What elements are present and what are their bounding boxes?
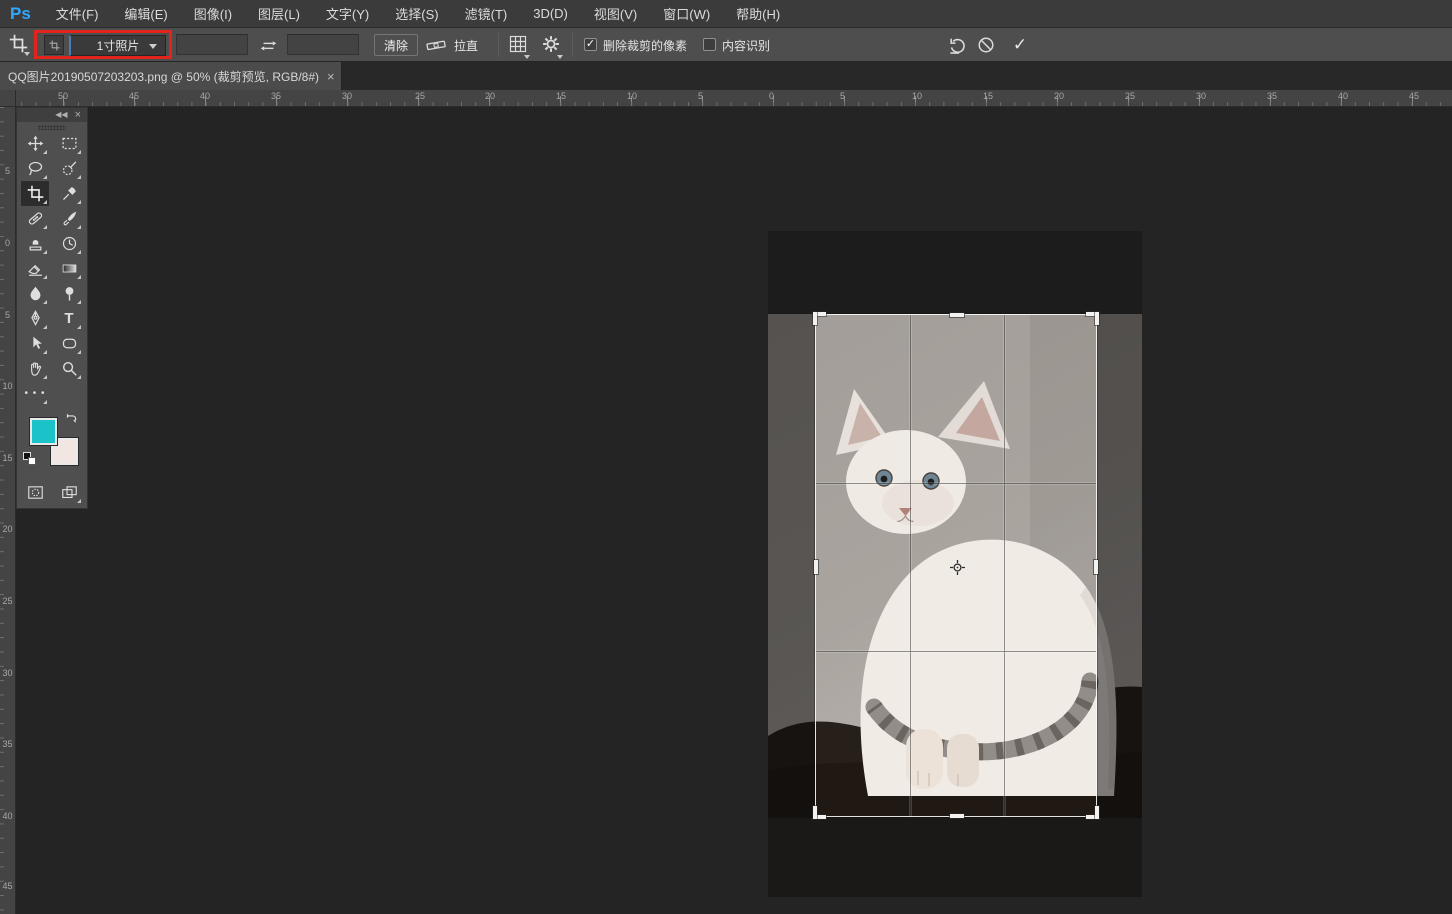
crop-handle-top[interactable] xyxy=(950,313,964,317)
crop-handle-top-left[interactable] xyxy=(813,312,826,325)
ellipsis-icon: • • • xyxy=(24,388,45,399)
crop-shield-right xyxy=(1097,314,1142,818)
reset-crop-button[interactable] xyxy=(945,33,969,57)
swap-width-height-button[interactable] xyxy=(257,34,279,56)
content-aware-checkbox[interactable] xyxy=(703,38,716,51)
thirds-gridline xyxy=(910,315,911,816)
close-panel-icon[interactable]: × xyxy=(75,111,81,119)
level-icon xyxy=(426,37,446,53)
hand-tool[interactable] xyxy=(21,356,49,381)
crop-box[interactable] xyxy=(815,314,1097,817)
commit-check-icon: ✓ xyxy=(1013,35,1027,55)
collapse-panel-icon[interactable]: ◀◀ xyxy=(55,111,67,119)
menu-select[interactable]: 选择(S) xyxy=(382,0,451,28)
quick-mask-button[interactable] xyxy=(21,480,49,505)
menu-type[interactable]: 文字(Y) xyxy=(313,0,382,28)
dodge-tool[interactable] xyxy=(55,281,83,306)
crop-height-field[interactable] xyxy=(287,34,359,55)
tab-close-icon[interactable]: × xyxy=(327,69,335,84)
commit-crop-button[interactable]: ✓ xyxy=(1008,33,1032,57)
separator xyxy=(498,33,499,57)
cancel-crop-button[interactable] xyxy=(974,33,998,57)
menu-filter[interactable]: 滤镜(T) xyxy=(452,0,521,28)
menu-file[interactable]: 文件(F) xyxy=(43,0,112,28)
crop-settings-button[interactable] xyxy=(541,34,561,54)
zoom-tool[interactable] xyxy=(55,356,83,381)
crop-options-bar: 1寸照片 清除 拉直 ✓ 删除裁剪的像素 内容识 xyxy=(0,28,1452,62)
crop-handle-right[interactable] xyxy=(1094,560,1098,574)
crop-tool-indicator-icon[interactable] xyxy=(9,34,28,53)
thirds-gridline xyxy=(1004,315,1005,816)
crop-handle-bottom[interactable] xyxy=(950,814,964,818)
crop-tool[interactable] xyxy=(21,181,49,206)
overlay-options-button[interactable] xyxy=(508,34,528,54)
crop-shield-left xyxy=(768,314,815,818)
eyedropper-tool[interactable] xyxy=(55,181,83,206)
menu-help[interactable]: 帮助(H) xyxy=(723,0,793,28)
foreground-color-swatch[interactable] xyxy=(30,418,57,445)
default-colors-icon[interactable] xyxy=(23,452,36,465)
document-tab[interactable]: QQ图片20190507203203.png @ 50% (裁剪预览, RGB/… xyxy=(0,62,342,90)
delete-cropped-pixels-checkbox[interactable]: ✓ xyxy=(584,38,597,51)
screen-mode-button[interactable] xyxy=(55,480,83,505)
document-tab-bar: QQ图片20190507203203.png @ 50% (裁剪预览, RGB/… xyxy=(0,62,1452,90)
delete-cropped-pixels-label[interactable]: 删除裁剪的像素 xyxy=(603,37,687,54)
vertical-ruler[interactable]: 5 0 5 10 15 20 25 30 35 40 45 xyxy=(0,107,16,914)
crop-handle-bottom-right[interactable] xyxy=(1086,806,1099,819)
gradient-tool[interactable] xyxy=(55,256,83,281)
shape-tool[interactable] xyxy=(55,331,83,356)
path-selection-tool[interactable] xyxy=(21,331,49,356)
thirds-gridline xyxy=(816,483,1096,484)
cancel-icon xyxy=(977,36,995,54)
move-tool[interactable] xyxy=(21,131,49,156)
toolbox-panel: ◀◀ × xyxy=(16,107,88,509)
brush-tool[interactable] xyxy=(55,206,83,231)
crop-center-pivot[interactable] xyxy=(950,560,965,580)
straighten-button[interactable]: 拉直 xyxy=(426,33,478,57)
eraser-tool[interactable] xyxy=(21,256,49,281)
chevron-down-icon xyxy=(24,52,30,56)
chevron-down-icon xyxy=(557,55,563,59)
pen-tool[interactable] xyxy=(21,306,49,331)
edit-toolbar-button[interactable]: • • • xyxy=(21,381,49,406)
crop-handle-top-right[interactable] xyxy=(1086,312,1099,325)
color-swatches xyxy=(17,412,87,478)
menu-view[interactable]: 视图(V) xyxy=(581,0,650,28)
menu-bar: Ps 文件(F) 编辑(E) 图像(I) 图层(L) 文字(Y) 选择(S) 滤… xyxy=(0,0,1452,28)
menu-image[interactable]: 图像(I) xyxy=(181,0,245,28)
grid-overlay-icon xyxy=(508,34,528,54)
photoshop-logo: Ps xyxy=(0,4,43,24)
toolbox-spacer xyxy=(55,381,83,406)
type-tool[interactable]: T xyxy=(55,306,83,331)
crop-handle-bottom-left[interactable] xyxy=(813,806,826,819)
crop-width-field[interactable] xyxy=(176,34,248,55)
spot-healing-brush-tool[interactable] xyxy=(21,206,49,231)
menu-edit[interactable]: 编辑(E) xyxy=(111,0,180,28)
clone-stamp-tool[interactable] xyxy=(21,231,49,256)
annotation-highlight-box xyxy=(34,30,172,59)
horizontal-ruler[interactable]: 50 45 40 35 30 25 20 15 10 5 0 5 10 15 2… xyxy=(0,90,1452,107)
menu-layer[interactable]: 图层(L) xyxy=(245,0,313,28)
quick-selection-tool[interactable] xyxy=(55,156,83,181)
lasso-tool[interactable] xyxy=(21,156,49,181)
document-canvas xyxy=(768,231,1142,897)
panel-grip[interactable] xyxy=(38,125,66,130)
gear-icon xyxy=(541,34,561,54)
clear-button[interactable]: 清除 xyxy=(374,34,418,56)
content-aware-label[interactable]: 内容识别 xyxy=(722,37,770,54)
toolbox-header: ◀◀ × xyxy=(17,108,87,122)
marquee-tool[interactable] xyxy=(55,131,83,156)
separator xyxy=(572,33,573,57)
swap-colors-icon[interactable] xyxy=(64,413,78,432)
chevron-down-icon xyxy=(524,55,530,59)
blur-tool[interactable] xyxy=(21,281,49,306)
reset-icon xyxy=(948,36,967,55)
crop-handle-left[interactable] xyxy=(814,560,818,574)
thirds-gridline xyxy=(816,651,1096,652)
ruler-corner xyxy=(0,90,16,107)
document-title: QQ图片20190507203203.png @ 50% (裁剪预览, RGB/… xyxy=(8,68,319,85)
menu-3d[interactable]: 3D(D) xyxy=(520,0,581,28)
history-brush-tool[interactable] xyxy=(55,231,83,256)
menu-window[interactable]: 窗口(W) xyxy=(650,0,723,28)
